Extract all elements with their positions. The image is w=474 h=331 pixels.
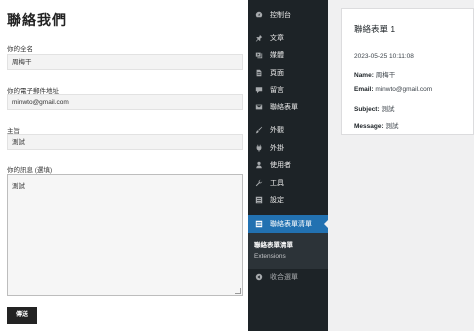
menu-label: 聯絡表單 <box>270 104 298 111</box>
entry-email-row: Email: minwto@gmail.com <box>354 86 432 93</box>
field-value: 測試 <box>381 106 395 113</box>
menu-label: 收合選單 <box>270 274 298 281</box>
menu-label: 設定 <box>270 197 284 204</box>
resize-handle[interactable] <box>235 288 241 294</box>
menu-item-settings[interactable]: 設定 <box>248 191 328 209</box>
field-key: Subject: <box>354 106 380 113</box>
message-textarea[interactable]: 測試 <box>7 174 243 296</box>
wrench-icon <box>253 179 265 187</box>
field-value: 周梅干 <box>375 72 396 79</box>
email-field[interactable]: minwto@gmail.com <box>7 94 243 110</box>
menu-label: 頁面 <box>270 70 284 77</box>
subject-field[interactable]: 測試 <box>7 134 243 150</box>
name-field[interactable]: 周梅干 <box>7 54 243 70</box>
menu-label: 留言 <box>270 87 284 94</box>
menu-label: 工具 <box>270 180 284 187</box>
entry-date: 2023-05-25 10:11:08 <box>354 53 414 60</box>
collapse-icon <box>253 273 265 281</box>
entry-message-row: Message: 測試 <box>354 120 398 130</box>
field-key: Message: <box>354 123 384 130</box>
dashboard-icon <box>253 11 265 19</box>
comment-icon <box>253 86 265 94</box>
submenu: 聯絡表單清單 Extensions <box>248 233 328 269</box>
brush-icon <box>253 126 265 134</box>
entry-title: 聯絡表單 1 <box>354 24 396 34</box>
menu-item-posts[interactable]: 文章 <box>248 29 328 47</box>
menu-label: 外掛 <box>270 145 284 152</box>
pin-icon <box>253 34 265 42</box>
user-icon <box>253 161 265 169</box>
entry-detail-area: 聯絡表單 1 2023-05-25 10:11:08 Name: 周梅干 Ema… <box>328 0 474 331</box>
name-label: 你的全名 <box>7 46 33 53</box>
submit-button[interactable]: 傳送 <box>7 307 37 324</box>
field-key: Email: <box>354 86 374 93</box>
collapse-menu-button[interactable]: 收合選單 <box>248 268 328 286</box>
mail-icon <box>253 103 265 111</box>
menu-item-dashboard[interactable]: 控制台 <box>248 6 328 24</box>
page-icon <box>253 69 265 77</box>
menu-item-comments[interactable]: 留言 <box>248 81 328 99</box>
media-icon <box>253 51 265 59</box>
menu-label: 媒體 <box>270 52 284 59</box>
submenu-item-entries[interactable]: 聯絡表單清單 <box>254 239 293 249</box>
menu-item-contact-form[interactable]: 聯絡表單 <box>248 98 328 116</box>
menu-label: 使用者 <box>270 162 291 169</box>
admin-sidebar: 控制台 文章 媒體 頁面 留言 聯絡表單 外觀 外掛 使用者 工具 設定 聯絡表… <box>248 0 328 331</box>
menu-item-media[interactable]: 媒體 <box>248 46 328 64</box>
entry-subject-row: Subject: 測試 <box>354 103 394 113</box>
menu-item-tools[interactable]: 工具 <box>248 174 328 192</box>
entry-card: 聯絡表單 1 2023-05-25 10:11:08 Name: 周梅干 Ema… <box>341 8 474 135</box>
menu-label: 控制台 <box>270 12 291 19</box>
menu-item-appearance[interactable]: 外觀 <box>248 121 328 139</box>
contact-form: 聯絡我們 你的全名 周梅干 你的電子郵件地址 minwto@gmail.com … <box>0 0 248 331</box>
menu-item-pages[interactable]: 頁面 <box>248 64 328 82</box>
entry-name-row: Name: 周梅干 <box>354 69 395 79</box>
message-text: 測試 <box>12 183 25 190</box>
form-title: 聯絡我們 <box>7 13 67 29</box>
list-icon <box>253 220 265 228</box>
menu-label: 文章 <box>270 35 284 42</box>
submenu-item-extensions[interactable]: Extensions <box>254 253 286 260</box>
message-label: 你的訊息 (選填) <box>7 167 53 174</box>
field-key: Name: <box>354 72 374 79</box>
menu-item-users[interactable]: 使用者 <box>248 156 328 174</box>
menu-label: 聯絡表單清單 <box>270 221 312 228</box>
field-value: minwto@gmail.com <box>375 86 433 93</box>
field-value: 測試 <box>385 123 399 130</box>
menu-item-entries[interactable]: 聯絡表單清單 <box>248 215 328 233</box>
menu-label: 外觀 <box>270 127 284 134</box>
menu-item-plugins[interactable]: 外掛 <box>248 139 328 157</box>
settings-icon <box>253 196 265 204</box>
plugin-icon <box>253 144 265 152</box>
